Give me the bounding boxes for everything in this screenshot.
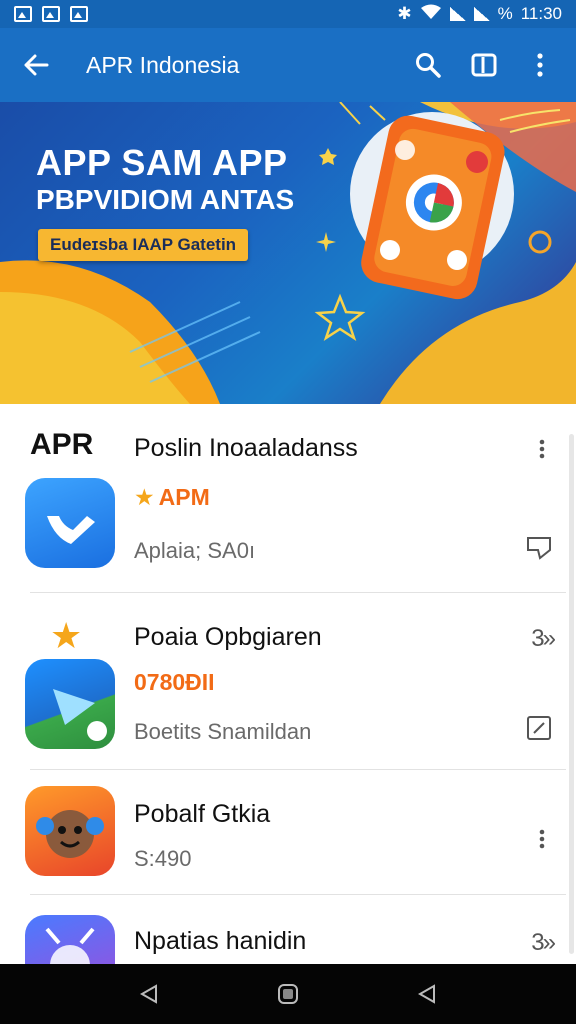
triangle-back-icon: [140, 984, 158, 1004]
nav-home-button[interactable]: [268, 974, 308, 1014]
signal-icon: [449, 7, 466, 21]
item-title: Npatias hanidin: [134, 927, 307, 955]
app-icon[interactable]: [25, 915, 115, 964]
book-icon: [471, 53, 497, 77]
app-icon[interactable]: [25, 478, 115, 568]
phone-app-icon: [47, 516, 95, 544]
banner-badge[interactable]: Eudeɪsba IAAP Gatetin: [38, 229, 249, 261]
item-title: Poaia Opbgiaren: [134, 623, 322, 651]
status-notifications: [14, 6, 88, 22]
star-icon: ★: [134, 484, 155, 510]
item-subtitle: Boetits Snamildan: [134, 719, 312, 744]
more-options-button[interactable]: [530, 824, 554, 854]
book-button[interactable]: [468, 49, 500, 81]
camera-app-icon: [45, 927, 95, 964]
tag-icon: [527, 537, 551, 560]
photo-app-icon: [53, 689, 107, 741]
brand-logo: APR: [30, 428, 94, 461]
notification-icon: [14, 6, 32, 22]
app-icon[interactable]: [25, 786, 115, 876]
status-bar: ✱ % 11:30: [0, 0, 576, 28]
item-accent-text: APM: [158, 484, 210, 510]
search-button[interactable]: [412, 49, 444, 81]
item-title: Poslin Inoaaladanss: [134, 434, 358, 462]
item-title: Pobalf Gtkia: [134, 800, 271, 828]
banner-subheadline: PBPVIDIOM ANTAS: [36, 184, 295, 215]
back-button[interactable]: [0, 28, 72, 102]
more-vert-icon: [539, 829, 545, 849]
nav-recents-button[interactable]: [407, 974, 447, 1014]
more-options-button[interactable]: [530, 434, 554, 464]
app-list: APR Poslin Inoaaladanss ★ APM Aplaia; SA…: [0, 404, 576, 964]
triangle-recents-icon: [417, 984, 435, 1004]
app-bar: APR Indonesia: [0, 28, 576, 102]
creature-app-icon: [36, 810, 104, 858]
system-nav-bar: [0, 964, 576, 1024]
battery-percent: %: [497, 4, 513, 23]
banner-headline: APP SAM APP: [36, 142, 288, 183]
item-rating: ★ APM: [134, 484, 210, 511]
expand-button[interactable]: 3»: [531, 929, 556, 957]
list-item[interactable]: Pobalf Gtkia S:490: [0, 770, 576, 894]
bookmark-button[interactable]: [524, 532, 554, 562]
more-vert-icon: [537, 53, 543, 77]
more-vert-icon: [539, 439, 545, 459]
home-icon: [277, 984, 298, 1004]
image-notification-icon: [70, 6, 88, 22]
status-indicators: ✱ % 11:30: [397, 4, 562, 25]
star-icon: ★: [50, 615, 83, 656]
search-icon: [416, 53, 441, 78]
app-title: APR Indonesia: [86, 51, 240, 78]
overflow-menu-button[interactable]: [524, 49, 556, 81]
promo-banner[interactable]: APP SAM APP PBPVIDIOM ANTAS Eudeɪsba IAA…: [0, 102, 576, 404]
item-accent: 0780ĐII: [134, 669, 215, 695]
list-item[interactable]: Npatias hanidin 3»: [0, 895, 576, 964]
clock: 11:30: [520, 4, 562, 23]
arrow-left-icon: [24, 54, 49, 76]
wifi-icon: [420, 4, 442, 25]
signal-icon-2: [473, 7, 490, 21]
gallery-notification-icon: [42, 6, 60, 22]
item-subtitle: Aplaia; SA0ı: [134, 538, 256, 563]
edit-button[interactable]: [524, 713, 554, 743]
edit-icon: [527, 716, 551, 740]
nav-back-button[interactable]: [129, 974, 169, 1014]
list-item[interactable]: ★ Poaia Opbgiaren 3» 0780ĐII Boetits Sna…: [0, 593, 576, 769]
list-item[interactable]: APR Poslin Inoaaladanss ★ APM Aplaia; SA…: [0, 404, 576, 592]
bluetooth-icon: ✱: [397, 4, 412, 23]
app-icon[interactable]: [25, 659, 115, 749]
item-subtitle: S:490: [134, 846, 192, 871]
expand-button[interactable]: 3»: [531, 625, 556, 653]
